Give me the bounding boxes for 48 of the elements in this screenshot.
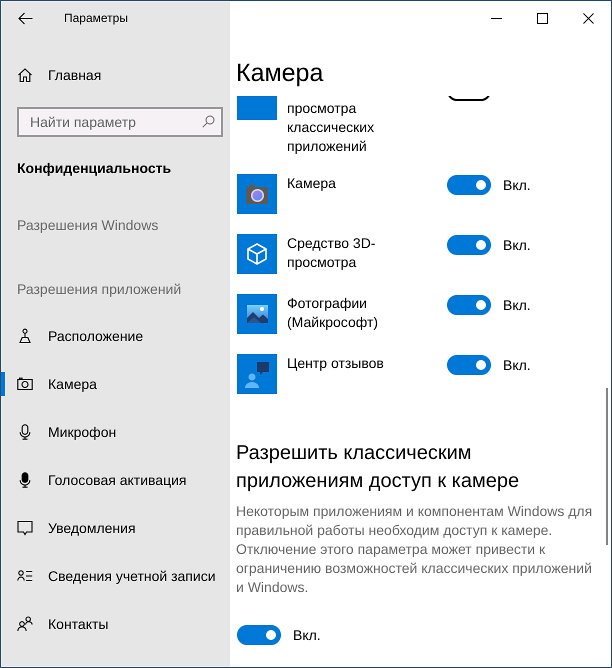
nav-item[interactable]: Сведения учетной записи [1, 552, 228, 600]
toggle-switch[interactable] [447, 355, 491, 375]
toggle-label: Вкл. [503, 176, 531, 194]
nav-item[interactable]: Микрофон [1, 408, 128, 456]
toggle-label: Вкл. [503, 296, 531, 314]
people-icon [17, 616, 33, 632]
toggle-label: Вкл. [503, 236, 531, 254]
person-chat-icon [237, 354, 277, 394]
window-title: Параметры [64, 11, 128, 25]
app-name: Фотографии (Майкрософт) [287, 294, 380, 332]
app-name: Центр отзывов [287, 354, 385, 373]
page-title: Камера [236, 58, 324, 89]
person-list-icon [17, 568, 33, 584]
speech-bubble-icon [17, 520, 33, 536]
close-icon[interactable] [582, 12, 594, 24]
toggle-switch[interactable] [447, 175, 491, 195]
search-icon [202, 115, 215, 128]
home-icon [17, 67, 33, 83]
nav-item[interactable]: Камера [1, 360, 109, 408]
section-description: Некоторым приложениям и компонентам Windows для правильной работы необходим доступ к камере. Отключение этого параметра может привести к ограничению возможностей классических приложений и Windows. [236, 502, 594, 597]
section-title: Конфиденциальность [17, 159, 172, 178]
app-name: просмотра классических приложений [287, 99, 376, 156]
toggle-label: Вкл. [503, 356, 531, 374]
group-heading: Разрешения Windows [17, 216, 158, 235]
cube-icon [237, 234, 277, 274]
toggle-label: Вкл. [293, 626, 321, 644]
toggle-switch[interactable] [447, 295, 491, 315]
camera-icon [17, 376, 33, 392]
maximize-icon[interactable] [536, 12, 548, 24]
app-name: Средство 3D-просмотра [287, 234, 376, 272]
toggle-switch[interactable] [237, 625, 281, 645]
section-heading: Разрешить классическим приложениям доступ к камере [236, 441, 520, 494]
camera-icon [237, 174, 277, 214]
nav-item[interactable]: Контакты [1, 600, 120, 648]
scrollbar-thumb[interactable] [606, 388, 608, 545]
app-name: Камера [287, 174, 337, 193]
nav-item[interactable]: Уведомления [1, 504, 148, 552]
landscape-picture-icon [237, 294, 277, 334]
microphone-icon [17, 424, 33, 440]
nav-item[interactable]: Расположение [1, 312, 156, 360]
search-field[interactable]: Найти параметр [17, 107, 223, 137]
location-icon [17, 328, 33, 344]
toggle-switch[interactable] [447, 235, 491, 255]
nav-item[interactable]: Голосовая активация [1, 456, 199, 504]
group-heading: Разрешения приложений [17, 280, 182, 299]
back-arrow-icon[interactable] [18, 12, 33, 24]
filled-microphone-icon [17, 472, 33, 488]
home-nav-item[interactable]: Главная [1, 51, 114, 99]
